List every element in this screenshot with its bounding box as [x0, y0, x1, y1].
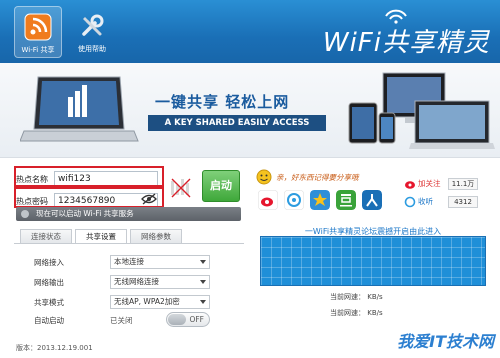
share-mode-select[interactable]: 无线AP, WPA2加密 — [110, 295, 210, 309]
settings-row: 网络输出 无线网络连接 — [34, 274, 214, 290]
site-watermark: 我爱IT技术网 — [397, 332, 494, 351]
tab-help[interactable]: 使用帮助 — [68, 6, 116, 58]
title-bar: Wi-Fi 共享 使用帮助 WiFi共享精灵 — [0, 0, 500, 63]
download-rate-unit: KB/s — [367, 309, 383, 317]
settings-row: 共享模式 无线AP, WPA2加密 — [34, 294, 214, 310]
tab-share-settings[interactable]: 共享设置 — [75, 229, 127, 244]
upload-rate: 当前网速： KB/s — [330, 292, 383, 302]
autostart-label: 自动启动 — [34, 315, 64, 325]
download-rate-label: 当前网速： — [330, 309, 365, 317]
douban-share-icon[interactable] — [336, 190, 356, 210]
network-in-label: 网络接入 — [34, 257, 64, 267]
banner-subtitle: A KEY SHARED EASILY ACCESS — [148, 115, 326, 131]
traffic-graph — [260, 236, 486, 286]
chevron-down-icon — [200, 260, 206, 264]
network-out-label: 网络输出 — [34, 277, 64, 287]
share-mode-label: 共享模式 — [34, 297, 64, 307]
brand-text: WiFi共享精灵 — [322, 28, 490, 58]
upload-rate-unit: KB/s — [367, 293, 383, 301]
network-in-value: 本地连接 — [114, 257, 144, 266]
wifi-share-icon — [24, 13, 52, 41]
wifi-off-icon — [171, 178, 191, 198]
network-in-select[interactable]: 本地连接 — [110, 255, 210, 269]
tools-icon — [82, 14, 104, 36]
tab-wifi-share[interactable]: Wi-Fi 共享 — [14, 6, 62, 58]
download-rate: 当前网速： KB/s — [330, 308, 383, 318]
tab-wifi-share-label: Wi-Fi 共享 — [21, 46, 55, 54]
share-promo-text: 亲，好东西记得要分享哦 — [276, 173, 359, 182]
brand-logo: WiFi共享精灵 — [322, 9, 490, 59]
toggle-label: OFF — [189, 315, 204, 324]
follow-button[interactable]: 加关注 — [418, 178, 441, 190]
chevron-down-icon — [200, 280, 206, 284]
devices-image — [348, 72, 495, 149]
status-dot-icon — [21, 210, 29, 218]
show-password-icon[interactable] — [141, 193, 157, 205]
share-mode-value: 无线AP, WPA2加密 — [114, 297, 180, 306]
autostart-state: 已关闭 — [110, 315, 133, 325]
follow-count: 11.1万 — [448, 178, 478, 190]
wifi-signal-icon — [385, 9, 407, 24]
version-text: 版本：2013.12.19.001 — [16, 344, 93, 352]
promo-banner: 一键共享 轻松上网 A KEY SHARED EASILY ACCESS — [0, 63, 500, 158]
qzone-share-icon[interactable] — [310, 190, 330, 210]
weibo-share-icon[interactable] — [258, 190, 278, 210]
laptop-image — [20, 76, 139, 142]
settings-tabs: 连接状态 共享设置 网络参数 — [20, 229, 185, 244]
smiley-icon — [256, 169, 272, 185]
status-bar: 现在可以启动 Wi-Fi 共享服务 — [16, 207, 241, 221]
tab-network-params[interactable]: 网络参数 — [130, 229, 182, 244]
tab-connection-status[interactable]: 连接状态 — [20, 229, 72, 244]
tencent-share-icon[interactable] — [284, 190, 304, 210]
banner-slogan: 一键共享 轻松上网 — [155, 93, 290, 111]
renren-share-icon[interactable] — [362, 190, 382, 210]
listen-button[interactable]: 收听 — [418, 196, 433, 208]
weibo-icon — [405, 181, 415, 189]
tencent-weibo-icon — [404, 196, 416, 208]
settings-row: 网络接入 本地连接 — [34, 254, 214, 270]
toggle-knob — [168, 314, 186, 325]
chevron-down-icon — [200, 300, 206, 304]
network-out-select[interactable]: 无线网络连接 — [110, 275, 210, 289]
ssid-highlight — [14, 166, 164, 187]
network-out-value: 无线网络连接 — [114, 277, 159, 286]
listen-count: 4312 — [448, 196, 478, 208]
tab-help-label: 使用帮助 — [78, 45, 106, 53]
autostart-toggle[interactable]: OFF — [166, 312, 210, 327]
upload-rate-label: 当前网速： — [330, 293, 365, 301]
status-text: 现在可以启动 Wi-Fi 共享服务 — [36, 209, 134, 218]
start-button[interactable]: 启动 — [202, 170, 240, 202]
